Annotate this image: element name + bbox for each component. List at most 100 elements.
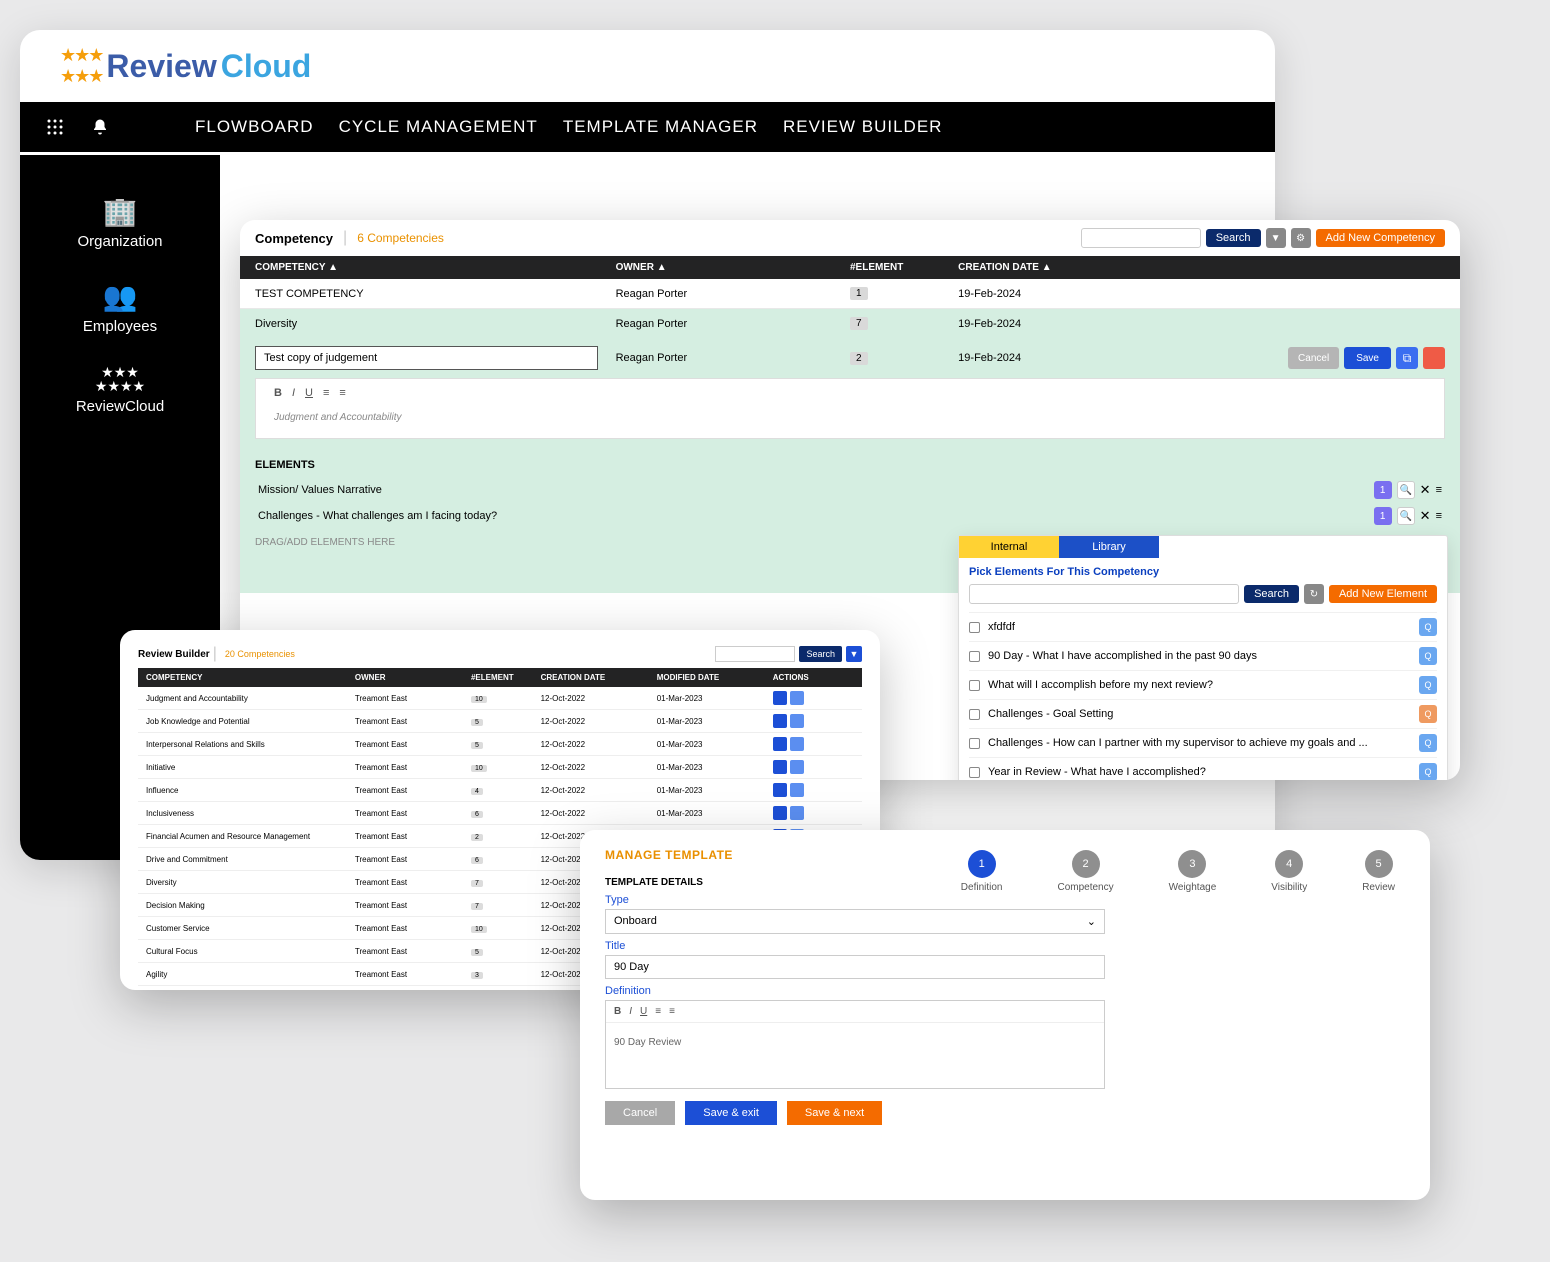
title-input[interactable] <box>605 955 1105 979</box>
column-header[interactable]: CREATION DATE ▲ <box>958 262 1174 273</box>
library-search-button[interactable]: Search <box>1244 585 1299 603</box>
cancel-button[interactable]: Cancel <box>605 1101 675 1125</box>
competency-row[interactable]: TEST COMPETENCYReagan Porter119-Feb-2024 <box>240 279 1460 309</box>
checkbox[interactable] <box>969 709 980 720</box>
library-search-input[interactable] <box>969 584 1239 604</box>
close-icon[interactable]: ✕ <box>1420 482 1431 498</box>
save-next-button[interactable]: Save & next <box>787 1101 882 1125</box>
edit-button[interactable] <box>773 737 787 751</box>
cancel-button[interactable]: Cancel <box>1288 347 1339 369</box>
library-item[interactable]: xfdfdfQ <box>969 612 1437 641</box>
column-header[interactable]: COMPETENCY <box>146 673 355 682</box>
apps-icon[interactable] <box>45 117 65 137</box>
search-input[interactable] <box>1081 228 1201 248</box>
search-icon[interactable]: 🔍 <box>1397 507 1415 525</box>
nav-link[interactable]: REVIEW BUILDER <box>783 117 942 137</box>
bell-icon[interactable] <box>90 117 110 137</box>
rb-search-input[interactable] <box>715 646 795 662</box>
wizard-step[interactable]: 1Definition <box>961 850 1003 893</box>
edit-button[interactable] <box>773 760 787 774</box>
save-button[interactable]: Save <box>1344 347 1391 369</box>
rb-filter-button[interactable]: ▼ <box>846 646 862 662</box>
edit-button[interactable] <box>773 691 787 705</box>
rb-row[interactable]: InfluenceTreamont East412-Oct-202201-Mar… <box>138 779 862 802</box>
definition-editor[interactable]: BIU≡≡ 90 Day Review <box>605 1000 1105 1089</box>
nav-link[interactable]: CYCLE MANAGEMENT <box>339 117 538 137</box>
column-header[interactable] <box>1175 262 1445 273</box>
library-item[interactable]: What will I accomplish before my next re… <box>969 670 1437 699</box>
wizard-step[interactable]: 5Review <box>1362 850 1395 893</box>
tab-library[interactable]: Library <box>1059 536 1159 558</box>
search-button[interactable]: Search <box>1206 229 1261 247</box>
type-label: Type <box>605 894 1405 906</box>
type-select[interactable]: Onboard⌄ <box>605 909 1105 934</box>
rte-toolbar[interactable]: BIU≡≡ <box>256 379 1444 407</box>
sidebar-item-employees[interactable]: 👥 Employees <box>83 280 157 335</box>
column-header[interactable]: OWNER ▲ <box>616 262 850 273</box>
sidebar-item-organization[interactable]: 🏢 Organization <box>77 195 162 250</box>
delete-button[interactable] <box>1423 347 1445 369</box>
column-header[interactable]: #ELEMENT <box>471 673 541 682</box>
add-element-button[interactable]: Add New Element <box>1329 585 1437 603</box>
copy-button[interactable] <box>790 691 804 705</box>
nav-link[interactable]: FLOWBOARD <box>195 117 314 137</box>
checkbox[interactable] <box>969 622 980 633</box>
copy-button[interactable] <box>790 760 804 774</box>
stars-icon: ★★★★★★★ <box>76 365 164 393</box>
element-row[interactable]: Challenges - What challenges am I facing… <box>255 503 1445 529</box>
wizard-step[interactable]: 3Weightage <box>1169 850 1217 893</box>
close-icon[interactable]: ✕ <box>1420 508 1431 524</box>
column-header[interactable]: OWNER <box>355 673 471 682</box>
rb-row[interactable]: InclusivenessTreamont East612-Oct-202201… <box>138 802 862 825</box>
column-header[interactable]: MODIFIED DATE <box>657 673 773 682</box>
column-header[interactable]: #ELEMENT <box>850 262 958 273</box>
tab-internal[interactable]: Internal <box>959 536 1059 558</box>
rte-body[interactable]: Judgment and Accountability <box>256 407 1444 438</box>
checkbox[interactable] <box>969 738 980 749</box>
checkbox[interactable] <box>969 651 980 662</box>
add-competency-button[interactable]: Add New Competency <box>1316 229 1445 247</box>
drag-icon[interactable]: ≡ <box>1436 484 1442 496</box>
column-header[interactable]: CREATION DATE <box>541 673 657 682</box>
wizard-step[interactable]: 2Competency <box>1057 850 1113 893</box>
copy-button[interactable] <box>790 806 804 820</box>
competency-row[interactable]: DiversityReagan Porter719-Feb-2024 <box>240 309 1460 338</box>
order-button[interactable]: 1 <box>1374 507 1392 525</box>
logo-stars-icon: ★★★★★★ <box>60 45 102 87</box>
copy-button[interactable] <box>790 714 804 728</box>
rb-row[interactable]: Judgment and AccountabilityTreamont East… <box>138 687 862 710</box>
filter-button[interactable]: ▼ <box>1266 228 1286 248</box>
wizard-step[interactable]: 4Visibility <box>1271 850 1307 893</box>
column-header[interactable]: COMPETENCY ▲ <box>255 262 616 273</box>
rb-row[interactable]: Interpersonal Relations and SkillsTreamo… <box>138 733 862 756</box>
rb-row[interactable]: Job Knowledge and PotentialTreamont East… <box>138 710 862 733</box>
element-row[interactable]: Mission/ Values Narrative1🔍✕≡ <box>255 477 1445 503</box>
save-exit-button[interactable]: Save & exit <box>685 1101 777 1125</box>
column-header[interactable]: ACTIONS <box>773 673 854 682</box>
library-item[interactable]: 90 Day - What I have accomplished in the… <box>969 641 1437 670</box>
rte-toolbar[interactable]: BIU≡≡ <box>606 1001 1104 1023</box>
competency-name-input[interactable] <box>255 346 598 370</box>
checkbox[interactable] <box>969 680 980 691</box>
rb-row[interactable]: InitiativeTreamont East1012-Oct-202201-M… <box>138 756 862 779</box>
nav-link[interactable]: TEMPLATE MANAGER <box>563 117 758 137</box>
order-button[interactable]: 1 <box>1374 481 1392 499</box>
edit-button[interactable] <box>773 806 787 820</box>
copy-button[interactable] <box>790 737 804 751</box>
library-refresh-button[interactable]: ↻ <box>1304 584 1324 604</box>
library-item[interactable]: Challenges - Goal SettingQ <box>969 699 1437 728</box>
drag-icon[interactable]: ≡ <box>1436 510 1442 522</box>
copy-button[interactable]: ⧉ <box>1396 347 1418 369</box>
people-icon: 👥 <box>83 280 157 313</box>
edit-button[interactable] <box>773 783 787 797</box>
library-item[interactable]: Challenges - How can I partner with my s… <box>969 728 1437 757</box>
rb-search-button[interactable]: Search <box>799 646 842 662</box>
settings-button[interactable]: ⚙ <box>1291 228 1311 248</box>
checkbox[interactable] <box>969 767 980 778</box>
sidebar-item-reviewcloud[interactable]: ★★★★★★★ ReviewCloud <box>76 365 164 415</box>
search-icon[interactable]: 🔍 <box>1397 481 1415 499</box>
copy-button[interactable] <box>790 783 804 797</box>
edit-button[interactable] <box>773 714 787 728</box>
definition-text[interactable]: 90 Day Review <box>606 1023 1104 1088</box>
library-item[interactable]: Year in Review - What have I accomplishe… <box>969 757 1437 780</box>
